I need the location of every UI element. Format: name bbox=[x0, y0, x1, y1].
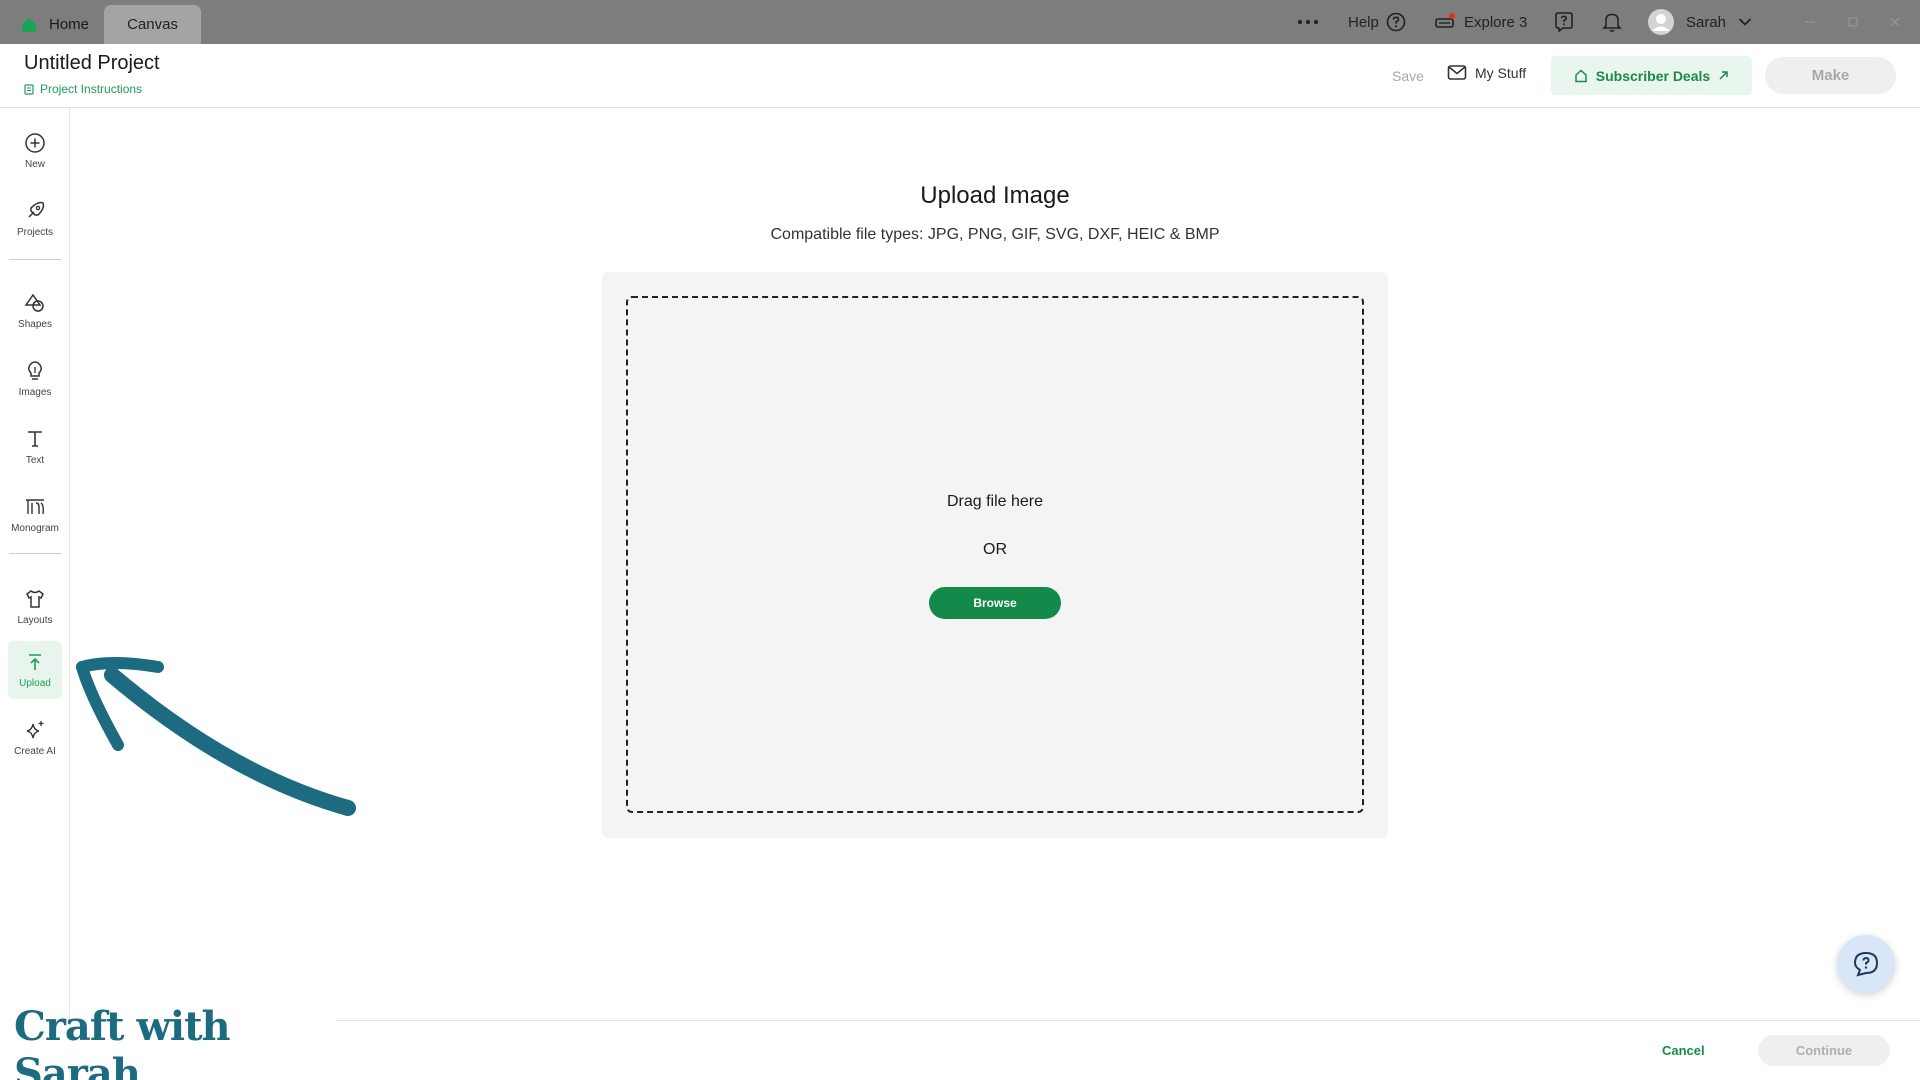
sidebar-item-monogram[interactable]: Monogram bbox=[8, 486, 62, 544]
window-minimize-button[interactable] bbox=[1804, 0, 1816, 44]
tab-home-label: Home bbox=[49, 16, 90, 33]
tab-home[interactable]: Home bbox=[14, 5, 95, 44]
sidebar-item-layouts[interactable]: Layouts bbox=[8, 578, 62, 636]
close-icon bbox=[1890, 17, 1900, 27]
sidebar-divider bbox=[9, 553, 61, 554]
continue-button[interactable]: Continue bbox=[1758, 1035, 1890, 1066]
sidebar-item-create-ai[interactable]: Create AI bbox=[8, 709, 62, 767]
tshirt-icon bbox=[26, 590, 44, 608]
chevron-down-icon bbox=[1738, 18, 1752, 26]
machine-icon bbox=[1435, 13, 1455, 28]
sidebar-item-label: Monogram bbox=[11, 523, 59, 534]
or-separator: OR bbox=[983, 541, 1007, 558]
make-button[interactable]: Make bbox=[1765, 57, 1896, 94]
sidebar-item-shapes[interactable]: Shapes bbox=[8, 282, 62, 340]
external-arrow-icon bbox=[1719, 71, 1728, 80]
browse-button[interactable]: Browse bbox=[929, 587, 1061, 619]
window-maximize-button[interactable] bbox=[1847, 0, 1859, 44]
help-button[interactable]: Help bbox=[1348, 0, 1406, 44]
text-icon bbox=[28, 431, 42, 447]
shapes-icon bbox=[24, 293, 44, 312]
sidebar-divider bbox=[9, 259, 61, 260]
help-chat-button[interactable] bbox=[1837, 935, 1895, 993]
chat-help-icon bbox=[1853, 951, 1879, 977]
explore-machine-button[interactable]: Explore 3 bbox=[1434, 0, 1527, 44]
sidebar-item-upload[interactable]: Upload bbox=[8, 641, 62, 699]
sidebar-item-label: Projects bbox=[16, 227, 54, 238]
user-menu[interactable]: Sarah bbox=[1648, 0, 1752, 44]
sidebar-item-label: Shapes bbox=[18, 319, 52, 330]
mailbox-icon bbox=[1447, 65, 1467, 80]
footer-bar bbox=[70, 1020, 1920, 1080]
bell-icon bbox=[1602, 13, 1622, 33]
more-dots-icon bbox=[1297, 19, 1319, 25]
cancel-button[interactable]: Cancel bbox=[1662, 1043, 1705, 1058]
help-label: Help bbox=[1348, 13, 1379, 31]
upload-icon bbox=[29, 654, 41, 670]
document-icon bbox=[24, 83, 34, 95]
sidebar-item-new[interactable]: New bbox=[8, 122, 62, 180]
annotation-arrow-icon bbox=[76, 657, 356, 816]
monogram-icon bbox=[26, 499, 44, 515]
subscriber-deals-label: Subscriber Deals bbox=[1595, 67, 1711, 84]
compatible-file-types: Compatible file types: JPG, PNG, GIF, SV… bbox=[770, 226, 1220, 243]
sidebar-item-images[interactable]: Images bbox=[8, 350, 62, 408]
tab-canvas[interactable]: Canvas bbox=[104, 5, 201, 44]
plus-circle-icon bbox=[25, 133, 45, 153]
sidebar-item-label: Upload bbox=[19, 678, 51, 689]
save-button[interactable]: Save bbox=[1392, 68, 1424, 84]
project-title: Untitled Project bbox=[24, 52, 160, 74]
title-bar: Home Canvas Help Explore 3 Sarah bbox=[0, 0, 1920, 44]
lightbulb-icon bbox=[28, 361, 42, 380]
my-stuff-button[interactable]: My Stuff bbox=[1447, 64, 1526, 81]
projects-icon bbox=[28, 201, 45, 218]
maximize-icon bbox=[1848, 17, 1858, 27]
left-sidebar: New Projects Shapes Images Text Monogram… bbox=[0, 108, 70, 1080]
tab-canvas-label: Canvas bbox=[127, 16, 178, 33]
window-close-button[interactable] bbox=[1889, 0, 1901, 44]
sidebar-item-label: Create AI bbox=[14, 746, 56, 757]
user-name: Sarah bbox=[1686, 13, 1727, 31]
home-icon bbox=[22, 17, 36, 32]
project-header: Untitled Project Project Instructions Sa… bbox=[0, 44, 1920, 108]
sidebar-item-label: Images bbox=[18, 387, 52, 398]
upload-title: Upload Image bbox=[920, 182, 1070, 209]
help-circle-icon bbox=[1386, 12, 1406, 32]
sparkle-icon bbox=[26, 721, 44, 739]
my-stuff-label: My Stuff bbox=[1475, 64, 1527, 81]
project-instructions-label: Project Instructions bbox=[40, 82, 143, 96]
drag-file-text: Drag file here bbox=[946, 493, 1044, 510]
sidebar-item-label: New bbox=[24, 159, 45, 170]
project-instructions-link[interactable]: Project Instructions bbox=[24, 82, 142, 96]
explore-label: Explore 3 bbox=[1464, 13, 1528, 31]
avatar-icon bbox=[1648, 9, 1674, 35]
notifications-button[interactable] bbox=[1602, 0, 1622, 44]
sidebar-item-text[interactable]: Text bbox=[8, 418, 62, 476]
tag-icon bbox=[1575, 68, 1587, 82]
sidebar-item-label: Text bbox=[25, 455, 45, 466]
subscriber-deals-button[interactable]: Subscriber Deals bbox=[1551, 56, 1752, 95]
chat-help-icon bbox=[1555, 12, 1573, 33]
sidebar-item-projects[interactable]: Projects bbox=[8, 190, 62, 248]
minimize-icon bbox=[1805, 21, 1815, 23]
sidebar-item-label: Layouts bbox=[17, 615, 53, 626]
more-options-button[interactable] bbox=[1297, 0, 1319, 44]
watermark-logo: Craft with Sarah bbox=[0, 1003, 336, 1080]
support-button[interactable] bbox=[1553, 0, 1575, 44]
